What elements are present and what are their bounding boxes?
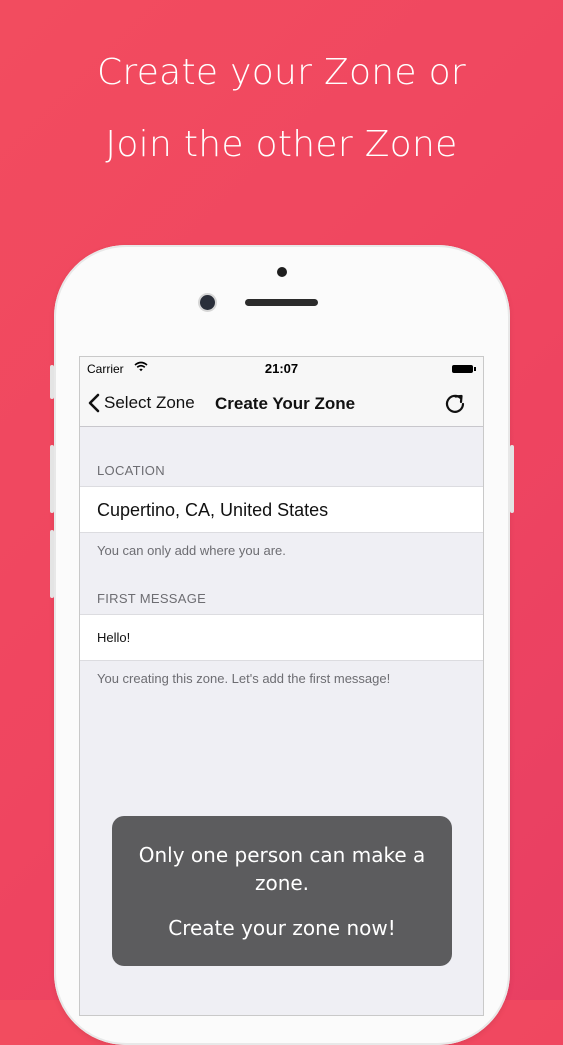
promo-headline-line2: Join the other Zone [105,124,458,165]
toast-message: Only one person can make a zone. Create … [112,816,452,966]
promo-headline-line1: Create your Zone or [96,52,467,93]
location-section-header: LOCATION [97,463,165,478]
phone-camera-icon [200,295,215,310]
page-title: Create Your Zone [215,394,356,413]
phone-sensor-icon [277,267,287,277]
phone-power-button [510,445,514,513]
location-footer: You can only add where you are. [97,543,286,558]
phone-volume-down [50,530,54,598]
first-message-footer: You creating this zone. Let's add the fi… [97,671,391,686]
status-time: 21:07 [264,361,299,376]
back-button-label: Select Zone [104,393,195,412]
refresh-icon [445,394,465,413]
phone-speaker [245,299,318,306]
battery-icon [452,365,476,373]
refresh-button[interactable] [443,391,467,415]
phone-volume-up [50,445,54,513]
phone-side-button [50,365,54,399]
status-bar: Carrier 21:07 [80,357,483,381]
toast-line2: Create your zone now! [168,916,396,940]
first-message-section-header: FIRST MESSAGE [97,591,207,606]
location-cell[interactable]: Cupertino, CA, United States [80,486,483,533]
first-message-field[interactable]: Hello! [80,614,483,661]
toast-line1: Only one person can make a zone. [138,843,426,895]
first-message-value: Hello! [97,630,131,645]
chevron-left-icon [88,393,100,413]
back-button[interactable]: Select Zone [88,390,195,416]
location-value: Cupertino, CA, United States [97,500,329,520]
navigation-bar: Select Zone Create Your Zone [80,381,483,427]
